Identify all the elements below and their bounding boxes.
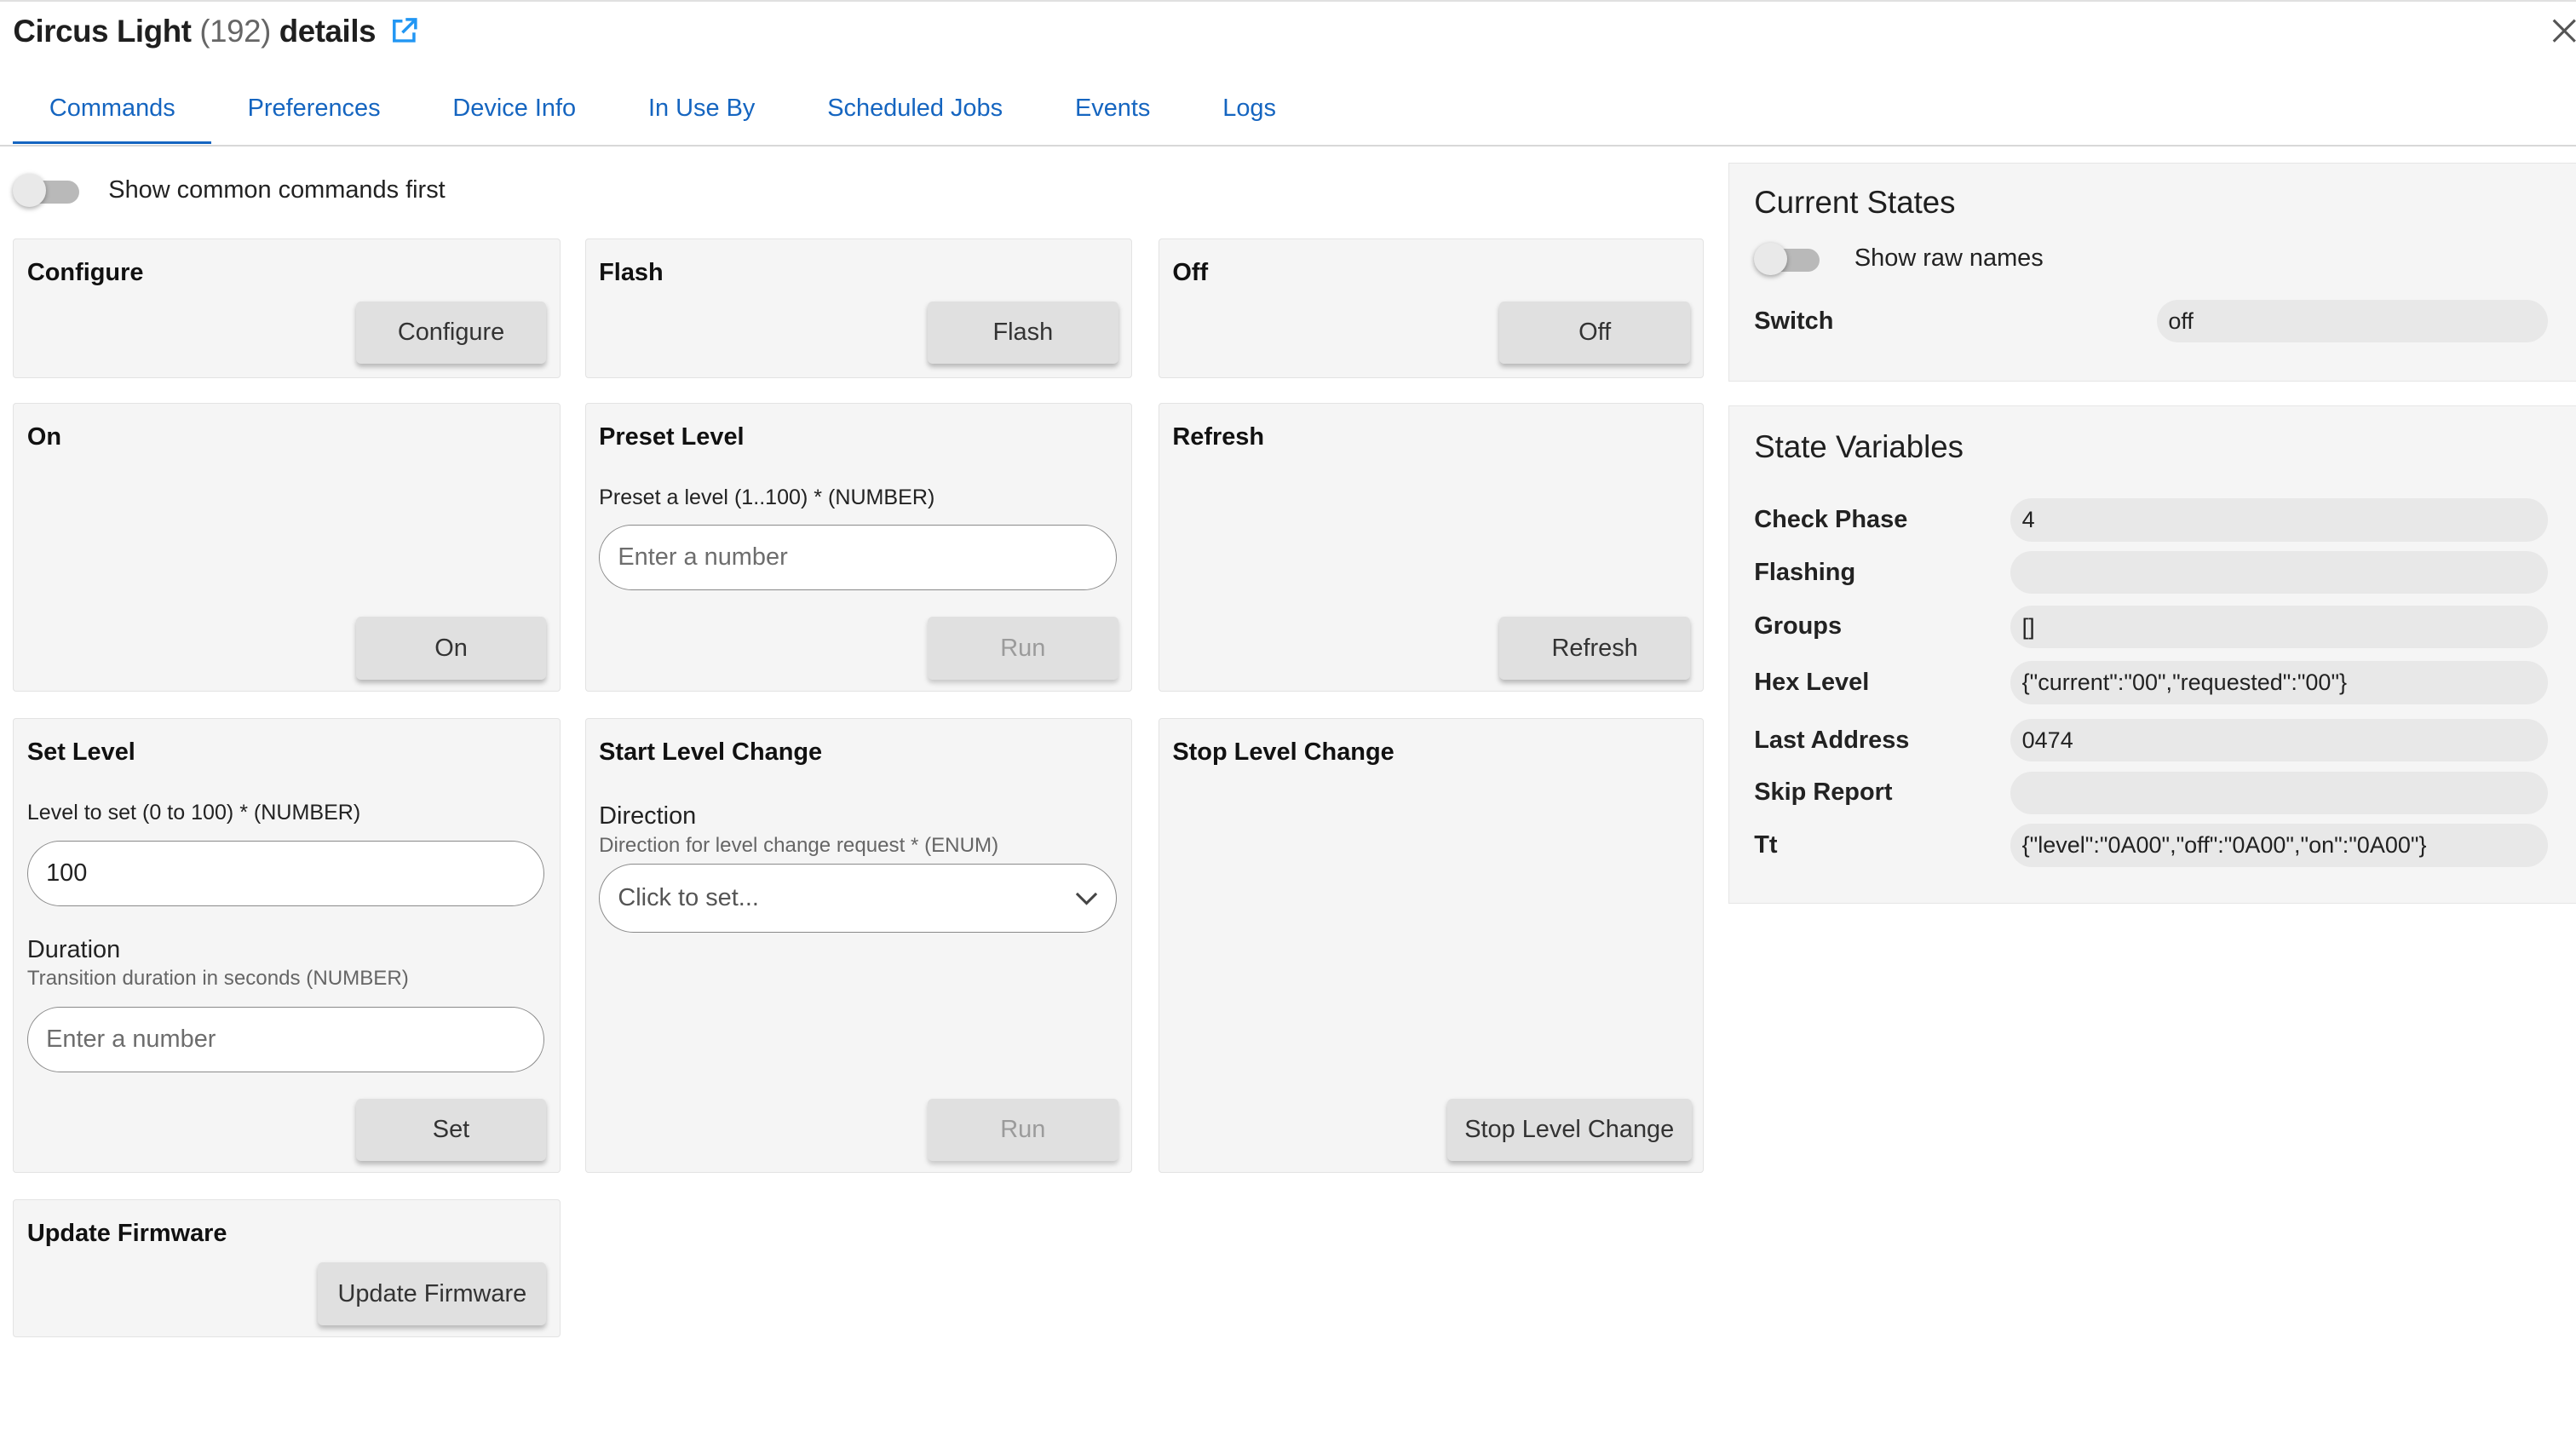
state-variable-name: Tt [1754,830,1778,859]
flash-button[interactable]: Flash [927,302,1118,365]
state-name: Switch [1754,307,1834,335]
command-title: Stop Level Change [1172,738,1394,767]
tab-preferences[interactable]: Preferences [211,76,417,141]
device-details-dialog: Circus Light (192) details Commands Pref… [0,0,2576,1447]
state-variable-name: Flashing [1754,558,1856,586]
dialog-header: Circus Light (192) details [13,10,418,53]
state-value: off [2156,300,2548,343]
off-button[interactable]: Off [1499,302,1690,365]
set-level-button[interactable]: Set [355,1098,547,1161]
preset-level-run-button[interactable]: Run [927,617,1118,680]
current-states-panel: Current States Show raw names Switch off [1728,162,2576,382]
command-title: Configure [26,258,144,286]
toggle-knob [1754,242,1787,276]
toggle-knob [13,174,46,208]
page-title: Circus Light (192) details [13,14,376,49]
tabs-divider [0,144,2576,147]
state-variable-value [2010,551,2548,595]
device-name: Circus Light [13,13,192,49]
command-title: Start Level Change [599,738,823,767]
state-variable-row: Tt {"level":"0A00","off":"0A00","on":"0A… [1754,824,2551,867]
show-raw-names-toggle[interactable] [1754,242,1820,276]
command-card-set-level: Set Level Level to set (0 to 100) * (NUM… [13,717,561,1174]
state-variable-row: Groups [] [1754,605,2551,648]
on-button[interactable]: On [355,617,547,680]
direction-select-value: Click to set... [618,883,759,911]
command-title: On [26,422,62,451]
state-variable-value: 0474 [2010,718,2548,762]
top-divider [0,0,2576,2]
state-variable-name: Last Address [1754,726,1910,754]
command-title: Set Level [26,738,135,767]
show-raw-names-label: Show raw names [1854,244,2044,273]
state-variable-name: Hex Level [1754,669,1870,696]
tab-commands[interactable]: Commands [13,76,212,144]
command-card-refresh: Refresh Refresh [1158,402,1705,692]
command-card-update-firmware: Update Firmware Update Firmware [13,1199,561,1338]
state-variable-value: [] [2010,605,2548,648]
tab-scheduled-jobs[interactable]: Scheduled Jobs [791,76,1039,141]
state-variable-row: Flashing [1754,551,2551,595]
update-firmware-button[interactable]: Update Firmware [318,1262,547,1325]
state-variable-name: Skip Report [1754,779,1893,807]
configure-button[interactable]: Configure [355,302,547,365]
current-states-title: Current States [1754,185,1956,221]
device-id: (192) [199,13,271,49]
refresh-button[interactable]: Refresh [1499,617,1690,680]
state-variable-value: 4 [2010,498,2548,542]
state-variable-value: {"current":"00","requested":"00"} [2010,661,2548,704]
set-level-input[interactable] [26,840,545,906]
command-title: Off [1172,258,1209,286]
state-variable-row: Hex Level {"current":"00","requested":"0… [1754,661,2551,704]
direction-select[interactable]: Click to set... [599,863,1117,933]
stop-level-change-button[interactable]: Stop Level Change [1446,1098,1692,1161]
preset-level-param-label: Preset a level (1..100) * (NUMBER) [599,486,935,510]
command-card-preset-level: Preset Level Preset a level (1..100) * (… [584,402,1133,692]
command-card-off: Off Off [1158,238,1705,378]
state-variable-value: {"level":"0A00","off":"0A00","on":"0A00"… [2010,824,2548,867]
preset-level-input[interactable] [599,525,1117,591]
close-icon[interactable] [2547,12,2576,48]
start-level-change-run-button[interactable]: Run [927,1098,1118,1161]
command-title: Preset Level [599,422,745,451]
state-variable-value [2010,771,2548,814]
command-card-stop-level-change: Stop Level Change Stop Level Change [1158,717,1705,1174]
state-variables-panel: State Variables Check Phase 4 Flashing G… [1728,405,2576,904]
show-common-commands-toggle[interactable] [13,174,79,208]
command-card-on: On On [13,402,561,692]
title-suffix: details [279,13,377,49]
tab-bar: Commands Preferences Device Info In Use … [13,76,1312,145]
state-row-switch: Switch off [1754,300,2551,343]
direction-label: Direction [599,802,697,830]
command-title: Flash [599,258,664,286]
state-variable-row: Check Phase 4 [1754,498,2551,542]
tab-events[interactable]: Events [1039,76,1187,141]
state-variable-name: Groups [1754,612,1843,641]
chevron-down-icon [1075,882,1098,913]
tab-device-info[interactable]: Device Info [417,76,612,141]
state-variable-row: Last Address 0474 [1754,718,2551,762]
duration-label: Duration [26,935,121,963]
show-raw-names-row: Show raw names [1754,242,2044,276]
command-card-configure: Configure Configure [13,238,561,378]
show-common-commands-row: Show common commands first [13,174,446,208]
command-title: Update Firmware [26,1220,227,1248]
state-variable-row: Skip Report [1754,771,2551,814]
duration-help: Transition duration in seconds (NUMBER) [26,967,409,991]
show-common-commands-label: Show common commands first [108,176,446,204]
tab-in-use-by[interactable]: In Use By [612,76,791,141]
state-variables-title: State Variables [1754,429,1964,465]
command-card-start-level-change: Start Level Change Direction Direction f… [584,717,1133,1174]
state-variable-name: Check Phase [1754,506,1908,534]
command-card-flash: Flash Flash [584,238,1133,378]
external-link-icon[interactable] [389,16,419,46]
direction-help: Direction for level change request * (EN… [599,833,999,857]
command-title: Refresh [1172,422,1265,451]
set-level-param-label: Level to set (0 to 100) * (NUMBER) [26,801,361,825]
tab-logs[interactable]: Logs [1187,76,1313,141]
duration-input[interactable] [26,1006,545,1072]
